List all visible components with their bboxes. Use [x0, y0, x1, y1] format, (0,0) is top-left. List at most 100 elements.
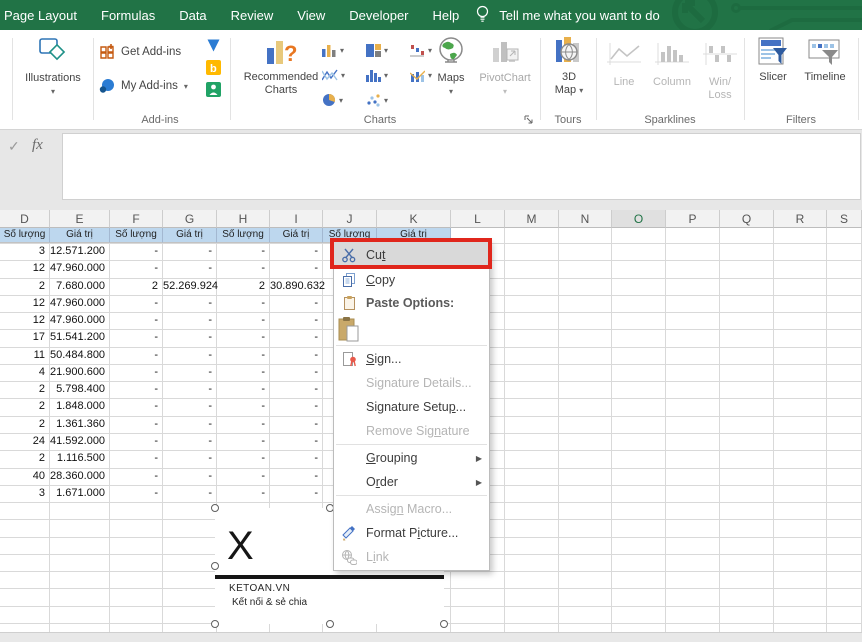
cell-E-7[interactable]: 50.484.800 — [50, 347, 110, 364]
cell-E-13[interactable]: 1.116.500 — [50, 450, 110, 467]
picture-resize-handle[interactable] — [211, 620, 219, 628]
column-header-J[interactable]: J — [323, 210, 377, 228]
cell-E-1[interactable]: 12.571.200 — [50, 243, 110, 260]
cell-F-12[interactable]: - — [110, 433, 163, 450]
cell-H-12[interactable]: - — [217, 433, 270, 450]
column-header-O[interactable]: O — [612, 210, 666, 228]
column-header-E[interactable]: E — [50, 210, 110, 228]
recommended-charts-button[interactable]: ? Recommended Charts — [238, 36, 324, 97]
cell-E-10[interactable]: 1.848.000 — [50, 398, 110, 415]
enter-check-icon[interactable]: ✓ — [8, 138, 20, 155]
cell-E-12[interactable]: 41.592.000 — [50, 433, 110, 450]
column-header-P[interactable]: P — [666, 210, 720, 228]
cell-I-10[interactable]: - — [270, 398, 323, 415]
cell-G-8[interactable]: - — [163, 364, 217, 381]
cell-F-9[interactable]: - — [110, 381, 163, 398]
horizontal-scrollbar[interactable] — [0, 632, 862, 642]
cell-D-4[interactable]: 12 — [0, 295, 50, 312]
cell-H-7[interactable]: - — [217, 347, 270, 364]
column-header-R[interactable]: R — [774, 210, 827, 228]
cell-G-15[interactable]: - — [163, 485, 217, 502]
cell-F-8[interactable]: - — [110, 364, 163, 381]
cell-H-10[interactable]: - — [217, 398, 270, 415]
my-add-ins-button[interactable]: My Add-ins ▾ — [99, 78, 188, 94]
cell-I-4[interactable]: - — [270, 295, 323, 312]
cell-G-6[interactable]: - — [163, 329, 217, 346]
cell-H-2[interactable]: - — [217, 260, 270, 277]
tab-page-layout[interactable]: Page Layout — [4, 8, 77, 23]
cell-G-5[interactable]: - — [163, 312, 217, 329]
cell-F-1[interactable]: - — [110, 243, 163, 260]
cell-D-5[interactable]: 12 — [0, 312, 50, 329]
cell-G-7[interactable]: - — [163, 347, 217, 364]
cell-I-7[interactable]: - — [270, 347, 323, 364]
cell-E-4[interactable]: 47.960.000 — [50, 295, 110, 312]
cell-G-1[interactable]: - — [163, 243, 217, 260]
cell-F-13[interactable]: - — [110, 450, 163, 467]
field-header-cell[interactable]: Giá trị — [50, 228, 110, 243]
cell-H-5[interactable]: - — [217, 312, 270, 329]
cell-I-12[interactable]: - — [270, 433, 323, 450]
cell-F-3[interactable]: 2 — [110, 278, 163, 295]
cell-H-14[interactable]: - — [217, 468, 270, 485]
menu-item-grouping[interactable]: Grouping▶ — [334, 446, 489, 470]
cell-H-4[interactable]: - — [217, 295, 270, 312]
cell-I-2[interactable]: - — [270, 260, 323, 277]
insert-function-icon[interactable]: fx — [32, 137, 43, 154]
cell-I-11[interactable]: - — [270, 416, 323, 433]
cell-D-3[interactable]: 2 — [0, 278, 50, 295]
field-header-cell[interactable]: Số lượng — [110, 228, 163, 243]
cell-I-1[interactable]: - — [270, 243, 323, 260]
cell-D-2[interactable]: 12 — [0, 260, 50, 277]
cell-I-5[interactable]: - — [270, 312, 323, 329]
cell-H-8[interactable]: - — [217, 364, 270, 381]
menu-item-sign[interactable]: Sign... — [334, 347, 489, 371]
tab-help[interactable]: Help — [433, 8, 460, 23]
cell-D-14[interactable]: 40 — [0, 468, 50, 485]
cell-E-11[interactable]: 1.361.360 — [50, 416, 110, 433]
cell-H-9[interactable]: - — [217, 381, 270, 398]
cell-F-10[interactable]: - — [110, 398, 163, 415]
cell-E-5[interactable]: 47.960.000 — [50, 312, 110, 329]
picture-resize-handle[interactable] — [211, 562, 219, 570]
cell-G-11[interactable]: - — [163, 416, 217, 433]
get-add-ins-button[interactable]: Get Add-ins — [99, 44, 181, 60]
cell-D-11[interactable]: 2 — [0, 416, 50, 433]
tab-data[interactable]: Data — [179, 8, 206, 23]
cell-F-7[interactable]: - — [110, 347, 163, 364]
cell-D-15[interactable]: 3 — [0, 485, 50, 502]
cell-H-1[interactable]: - — [217, 243, 270, 260]
field-header-cell[interactable]: Số lượng — [217, 228, 270, 243]
column-header-L[interactable]: L — [451, 210, 505, 228]
cell-E-14[interactable]: 28.360.000 — [50, 468, 110, 485]
cell-E-8[interactable]: 21.900.600 — [50, 364, 110, 381]
cell-D-9[interactable]: 2 — [0, 381, 50, 398]
cell-D-13[interactable]: 2 — [0, 450, 50, 467]
3d-map-button[interactable]: 3D Map ▾ — [546, 36, 592, 97]
column-header-H[interactable]: H — [217, 210, 270, 228]
sparkline-winloss-button[interactable]: Win/ Loss — [697, 42, 743, 102]
menu-item-signature-setup[interactable]: Signature Setup... — [334, 395, 489, 419]
column-header-D[interactable]: D — [0, 210, 50, 228]
bing-maps-icon[interactable]: b — [206, 60, 221, 75]
tab-developer[interactable]: Developer — [349, 8, 408, 23]
cell-I-9[interactable]: - — [270, 381, 323, 398]
cell-G-9[interactable]: - — [163, 381, 217, 398]
charts-dialog-launcher-icon[interactable] — [523, 114, 534, 125]
cell-G-4[interactable]: - — [163, 295, 217, 312]
cell-H-11[interactable]: - — [217, 416, 270, 433]
cell-G-2[interactable]: - — [163, 260, 217, 277]
visio-data-visualizer-icon[interactable] — [206, 38, 221, 53]
cell-I-8[interactable]: - — [270, 364, 323, 381]
insert-statistic-chart-button[interactable]: ▾ — [366, 64, 406, 86]
tell-me-box[interactable]: Tell me what you want to do — [475, 5, 659, 26]
cell-F-2[interactable]: - — [110, 260, 163, 277]
cell-G-3[interactable]: 52.269.924 — [163, 278, 217, 295]
insert-hierarchy-chart-button[interactable]: ▾ — [366, 39, 406, 61]
cell-I-15[interactable]: - — [270, 485, 323, 502]
cell-G-14[interactable]: - — [163, 468, 217, 485]
sparkline-column-button[interactable]: Column — [649, 42, 695, 89]
cell-I-14[interactable]: - — [270, 468, 323, 485]
column-header-M[interactable]: M — [505, 210, 559, 228]
maps-button[interactable]: Maps ▾ — [429, 36, 473, 98]
